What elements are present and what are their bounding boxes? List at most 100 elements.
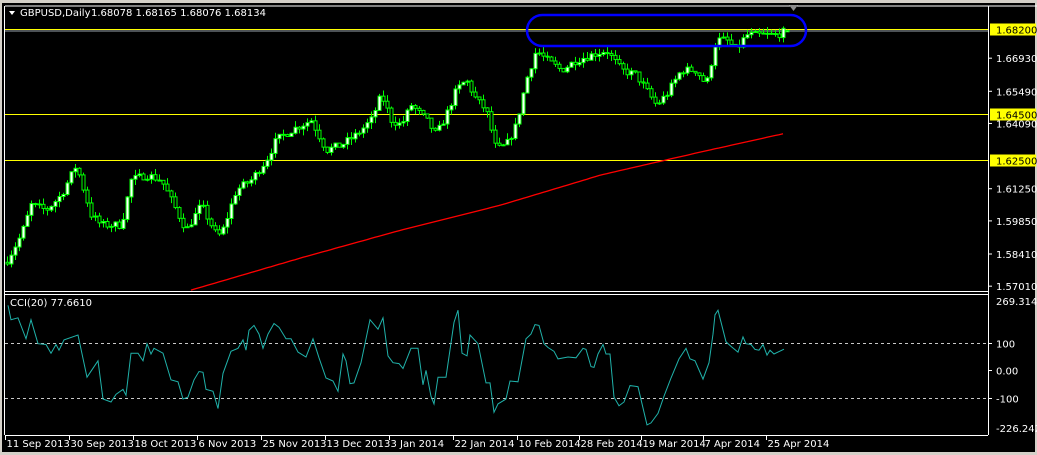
candle-body	[657, 102, 662, 105]
candle	[453, 85, 458, 110]
candle-body	[53, 201, 58, 207]
candle	[549, 55, 554, 62]
candle	[141, 172, 146, 181]
candle-body	[477, 96, 482, 101]
candle-body	[373, 109, 378, 118]
candle-body	[549, 56, 554, 62]
candle-body	[573, 61, 578, 66]
candle-body	[697, 72, 702, 77]
candle	[461, 81, 466, 86]
candle-body	[61, 193, 66, 197]
candle-body	[705, 77, 710, 82]
candle-body	[185, 226, 190, 229]
candle-body	[669, 82, 674, 96]
candle-body	[65, 182, 70, 195]
candle-body	[605, 52, 610, 55]
candle-body	[685, 66, 690, 74]
candle-body	[417, 107, 422, 111]
candle-body	[649, 88, 654, 98]
candle-body	[113, 221, 118, 227]
candle-body	[401, 121, 406, 124]
candle-body	[5, 261, 10, 265]
candle-body	[661, 95, 666, 104]
candle-body	[429, 117, 434, 129]
candle-body	[577, 62, 582, 66]
candle-body	[93, 215, 98, 218]
candle-body	[229, 203, 234, 220]
candle-body	[97, 215, 102, 224]
candle	[81, 172, 86, 193]
candle-body	[317, 129, 322, 140]
candle-body	[721, 36, 726, 39]
candle-body	[117, 221, 122, 229]
candle-body	[449, 105, 454, 111]
candle-body	[45, 207, 50, 211]
candle-body	[177, 207, 182, 219]
price-tick-label: 1.65490	[996, 87, 1037, 98]
time-tick-label: 6 Nov 2013	[199, 439, 257, 450]
candle-body	[581, 57, 586, 64]
candle-body	[69, 171, 74, 184]
cci-label: CCI(20) 77.6610	[10, 298, 92, 309]
candle-body	[73, 167, 78, 173]
candle-body	[593, 53, 598, 57]
candle-body	[213, 225, 218, 231]
candle-body	[617, 59, 622, 65]
candle-body	[369, 116, 374, 124]
candle	[289, 132, 294, 137]
candle-body	[553, 60, 558, 65]
candle-body	[493, 129, 498, 144]
candle-body	[641, 81, 646, 84]
candle	[709, 64, 714, 81]
candle-body	[145, 178, 150, 181]
candle-body	[201, 204, 206, 207]
horizontal-line-label: 1.64500	[996, 111, 1037, 122]
candle-body	[425, 113, 430, 119]
candle-body	[565, 66, 570, 73]
candle-body	[385, 100, 390, 109]
price-tick-label: 1.59850	[996, 217, 1037, 228]
candle-body	[13, 246, 18, 256]
candle-body	[361, 127, 366, 134]
time-tick-label: 28 Feb 2014	[581, 439, 643, 450]
time-tick-label: 22 Jan 2014	[455, 439, 515, 450]
candle-body	[441, 123, 446, 126]
candle-body	[29, 203, 34, 216]
candle-body	[445, 109, 450, 125]
candle-body	[333, 142, 338, 148]
time-tick-label: 18 Oct 2013	[135, 439, 197, 450]
candle	[125, 196, 130, 223]
time-tick-label: 3 Jan 2014	[391, 439, 445, 450]
candle	[677, 71, 682, 81]
candle-body	[601, 52, 606, 55]
candle-body	[173, 196, 178, 209]
candle-body	[353, 132, 358, 140]
candle-body	[433, 127, 438, 131]
candle-body	[525, 76, 530, 94]
candle-body	[421, 109, 426, 115]
candle-body	[461, 81, 466, 86]
candle	[561, 67, 566, 73]
cci-level-label: 0.00	[996, 367, 1018, 378]
candle-body	[529, 68, 534, 78]
candle-body	[389, 107, 394, 123]
candle-body	[129, 178, 134, 198]
candle-body	[673, 78, 678, 84]
candle-body	[765, 32, 770, 35]
candle-body	[521, 92, 526, 115]
candle-body	[189, 224, 194, 228]
candle-body	[761, 32, 766, 35]
candle-body	[273, 138, 278, 154]
candle-body	[257, 172, 262, 175]
candle-body	[377, 95, 382, 111]
candle-body	[537, 52, 542, 55]
chart-window[interactable]: 1.669301.654901.640901.612501.598501.584…	[0, 0, 1037, 455]
candle-body	[497, 142, 502, 146]
candle-body	[357, 132, 362, 135]
candle-body	[557, 63, 562, 69]
time-tick-label: 7 Apr 2014	[705, 439, 760, 450]
candle-body	[665, 94, 670, 97]
candle-body	[473, 91, 478, 98]
symbol-label: GBPUSD,Daily	[20, 8, 91, 19]
cci-min-label: -226.2421	[996, 424, 1037, 435]
